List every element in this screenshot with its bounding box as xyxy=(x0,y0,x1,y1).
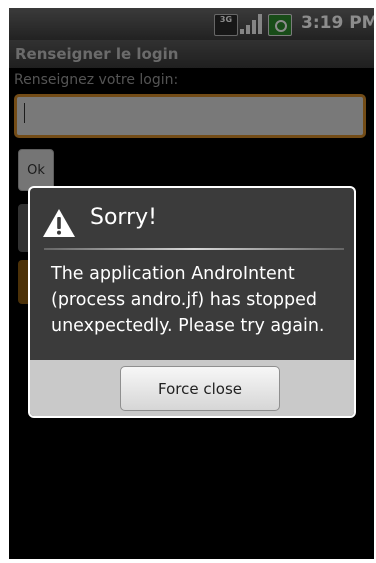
dialog-button-bar: Force close xyxy=(30,360,354,416)
dialog-message: The application AndroIntent (process and… xyxy=(51,264,325,336)
error-dialog: Sorry! The application AndroIntent (proc… xyxy=(28,186,356,418)
warning-icon xyxy=(43,209,75,237)
dialog-divider xyxy=(44,248,344,250)
force-close-button[interactable]: Force close xyxy=(120,366,280,411)
dialog-header: Sorry! xyxy=(30,188,354,248)
error-dialog-body: Sorry! The application AndroIntent (proc… xyxy=(30,188,354,416)
phone-screen: 3G 3:19 PM Renseigner le login Renseigne… xyxy=(9,8,374,559)
dialog-title: Sorry! xyxy=(90,205,157,230)
